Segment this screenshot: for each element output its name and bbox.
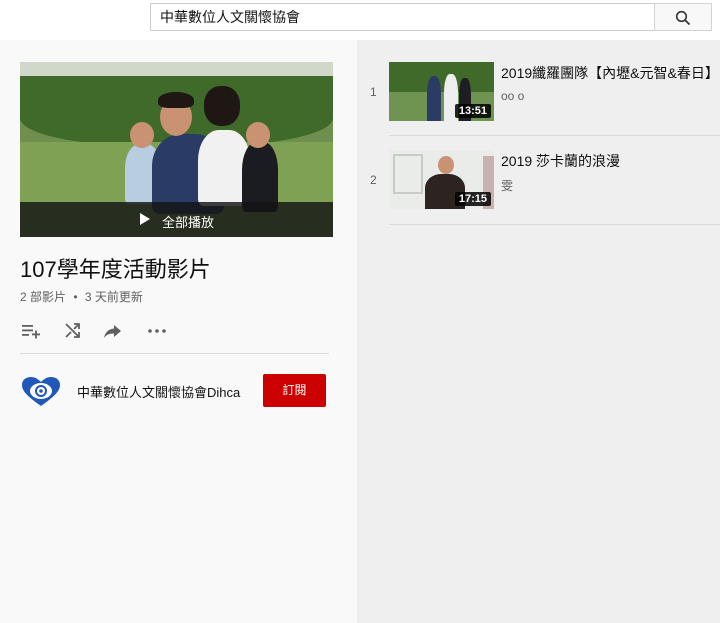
video-channel[interactable]: 雯 [501,177,513,194]
video-title[interactable]: 2019 莎卡蘭的浪漫 [501,151,620,171]
list-item[interactable]: 2 17:15 2019 莎卡蘭的浪漫 雯 [357,136,720,224]
search-icon [675,10,691,26]
video-index: 1 [370,85,377,99]
video-index: 2 [370,173,377,187]
play-all-label: 全部播放 [162,215,215,230]
share-icon [104,325,121,338]
playlist-meta: 2 部影片 • 3 天前更新 [20,288,143,305]
video-duration: 17:15 [454,192,491,206]
add-to-queue-icon [22,325,40,339]
thumbnail-person-head [246,122,270,148]
share-button[interactable] [102,320,124,342]
video-thumbnail[interactable]: 13:51 [389,62,494,121]
channel-avatar[interactable] [20,376,62,408]
video-title[interactable]: 2019纖羅團隊【內壢&元智&春日】 [501,63,719,83]
meta-separator: • [73,290,78,304]
play-icon [140,213,150,225]
thumbnail-person [427,76,441,121]
thumbnail-person-hair [158,92,194,108]
heart-logo-icon [22,377,60,406]
video-duration: 13:51 [454,104,491,118]
list-item[interactable]: 1 13:51 2019纖羅團隊【內壢&元智&春日】 oo o [357,48,720,136]
video-count: 2 部影片 [20,290,67,304]
updated-time: 3 天前更新 [84,290,143,304]
add-to-queue-button[interactable] [20,320,42,342]
thumbnail-trees [389,62,494,92]
playlist-video-list: 1 13:51 2019纖羅團隊【內壢&元智&春日】 oo o 2 17:15 … [357,40,720,623]
thumbnail-person-head [438,156,454,174]
more-icon [148,329,166,333]
divider [20,353,329,354]
shuffle-icon [65,323,80,338]
divider [389,224,720,225]
video-thumbnail[interactable]: 17:15 [389,150,494,209]
playlist-thumbnail[interactable]: 全部播放 [20,62,333,237]
more-button[interactable] [146,320,168,342]
playlist-sidebar: 全部播放 107學年度活動影片 2 部影片 • 3 天前更新 中華數位人文關懷協… [0,40,357,623]
channel-name[interactable]: 中華數位人文關懷協會Dihca [77,382,240,401]
shuffle-button[interactable] [62,320,84,342]
thumbnail-person-head [130,122,154,148]
thumbnail-person-hair [204,86,240,126]
search-input[interactable]: 中華數位人文關懷協會 [150,3,655,31]
search-button[interactable] [654,3,712,31]
play-all-button[interactable]: 全部播放 [20,202,333,237]
subscribe-button[interactable]: 訂閱 [263,374,326,407]
thumbnail-window [393,154,423,194]
masthead: 中華數位人文關懷協會 [0,0,720,40]
playlist-title: 107學年度活動影片 [20,257,211,282]
video-channel[interactable]: oo o [501,89,524,103]
